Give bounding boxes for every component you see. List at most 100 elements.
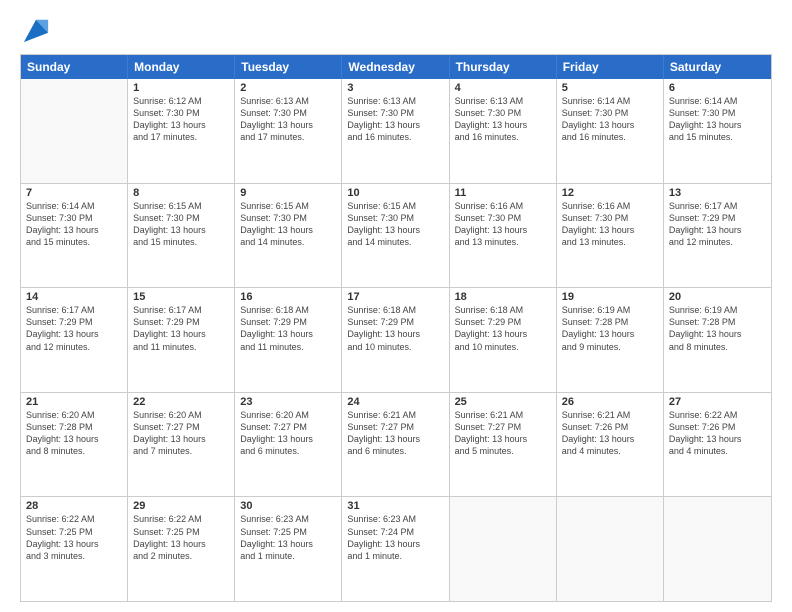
calendar-cell: 24Sunrise: 6:21 AMSunset: 7:27 PMDayligh… xyxy=(342,393,449,497)
calendar-body: 1Sunrise: 6:12 AMSunset: 7:30 PMDaylight… xyxy=(21,79,771,601)
header-day-tuesday: Tuesday xyxy=(235,55,342,79)
calendar-cell: 13Sunrise: 6:17 AMSunset: 7:29 PMDayligh… xyxy=(664,184,771,288)
calendar-cell: 22Sunrise: 6:20 AMSunset: 7:27 PMDayligh… xyxy=(128,393,235,497)
day-number: 23 xyxy=(240,396,336,408)
calendar-cell: 27Sunrise: 6:22 AMSunset: 7:26 PMDayligh… xyxy=(664,393,771,497)
header-day-friday: Friday xyxy=(557,55,664,79)
day-number: 3 xyxy=(347,82,443,94)
day-info: Sunrise: 6:13 AMSunset: 7:30 PMDaylight:… xyxy=(240,95,336,144)
calendar-header: SundayMondayTuesdayWednesdayThursdayFrid… xyxy=(21,55,771,79)
day-number: 19 xyxy=(562,291,658,303)
calendar-cell: 28Sunrise: 6:22 AMSunset: 7:25 PMDayligh… xyxy=(21,497,128,601)
day-number: 20 xyxy=(669,291,766,303)
day-number: 26 xyxy=(562,396,658,408)
day-number: 30 xyxy=(240,500,336,512)
day-info: Sunrise: 6:18 AMSunset: 7:29 PMDaylight:… xyxy=(347,304,443,353)
calendar-cell: 4Sunrise: 6:13 AMSunset: 7:30 PMDaylight… xyxy=(450,79,557,183)
day-number: 1 xyxy=(133,82,229,94)
calendar-cell: 1Sunrise: 6:12 AMSunset: 7:30 PMDaylight… xyxy=(128,79,235,183)
day-number: 25 xyxy=(455,396,551,408)
header xyxy=(20,16,772,44)
calendar-cell: 23Sunrise: 6:20 AMSunset: 7:27 PMDayligh… xyxy=(235,393,342,497)
calendar-row-3: 21Sunrise: 6:20 AMSunset: 7:28 PMDayligh… xyxy=(21,393,771,498)
day-number: 8 xyxy=(133,187,229,199)
calendar-cell: 15Sunrise: 6:17 AMSunset: 7:29 PMDayligh… xyxy=(128,288,235,392)
day-number: 16 xyxy=(240,291,336,303)
calendar-cell: 31Sunrise: 6:23 AMSunset: 7:24 PMDayligh… xyxy=(342,497,449,601)
header-day-sunday: Sunday xyxy=(21,55,128,79)
calendar-cell: 20Sunrise: 6:19 AMSunset: 7:28 PMDayligh… xyxy=(664,288,771,392)
day-number: 22 xyxy=(133,396,229,408)
day-info: Sunrise: 6:22 AMSunset: 7:25 PMDaylight:… xyxy=(26,513,122,562)
calendar-cell: 11Sunrise: 6:16 AMSunset: 7:30 PMDayligh… xyxy=(450,184,557,288)
calendar-cell: 21Sunrise: 6:20 AMSunset: 7:28 PMDayligh… xyxy=(21,393,128,497)
day-number: 5 xyxy=(562,82,658,94)
day-info: Sunrise: 6:16 AMSunset: 7:30 PMDaylight:… xyxy=(562,200,658,249)
calendar-row-1: 7Sunrise: 6:14 AMSunset: 7:30 PMDaylight… xyxy=(21,184,771,289)
day-info: Sunrise: 6:15 AMSunset: 7:30 PMDaylight:… xyxy=(133,200,229,249)
calendar-cell: 9Sunrise: 6:15 AMSunset: 7:30 PMDaylight… xyxy=(235,184,342,288)
day-info: Sunrise: 6:12 AMSunset: 7:30 PMDaylight:… xyxy=(133,95,229,144)
header-day-thursday: Thursday xyxy=(450,55,557,79)
day-number: 31 xyxy=(347,500,443,512)
day-number: 21 xyxy=(26,396,122,408)
day-info: Sunrise: 6:15 AMSunset: 7:30 PMDaylight:… xyxy=(240,200,336,249)
day-info: Sunrise: 6:14 AMSunset: 7:30 PMDaylight:… xyxy=(562,95,658,144)
day-info: Sunrise: 6:20 AMSunset: 7:27 PMDaylight:… xyxy=(133,409,229,458)
day-number: 15 xyxy=(133,291,229,303)
calendar-cell: 2Sunrise: 6:13 AMSunset: 7:30 PMDaylight… xyxy=(235,79,342,183)
day-number: 12 xyxy=(562,187,658,199)
day-info: Sunrise: 6:13 AMSunset: 7:30 PMDaylight:… xyxy=(455,95,551,144)
day-number: 9 xyxy=(240,187,336,199)
day-info: Sunrise: 6:21 AMSunset: 7:26 PMDaylight:… xyxy=(562,409,658,458)
calendar: SundayMondayTuesdayWednesdayThursdayFrid… xyxy=(20,54,772,602)
day-number: 7 xyxy=(26,187,122,199)
day-number: 29 xyxy=(133,500,229,512)
day-info: Sunrise: 6:13 AMSunset: 7:30 PMDaylight:… xyxy=(347,95,443,144)
logo xyxy=(20,16,50,44)
day-number: 11 xyxy=(455,187,551,199)
day-number: 4 xyxy=(455,82,551,94)
calendar-cell: 7Sunrise: 6:14 AMSunset: 7:30 PMDaylight… xyxy=(21,184,128,288)
calendar-row-0: 1Sunrise: 6:12 AMSunset: 7:30 PMDaylight… xyxy=(21,79,771,184)
calendar-cell: 12Sunrise: 6:16 AMSunset: 7:30 PMDayligh… xyxy=(557,184,664,288)
day-info: Sunrise: 6:18 AMSunset: 7:29 PMDaylight:… xyxy=(240,304,336,353)
calendar-cell: 29Sunrise: 6:22 AMSunset: 7:25 PMDayligh… xyxy=(128,497,235,601)
calendar-cell: 10Sunrise: 6:15 AMSunset: 7:30 PMDayligh… xyxy=(342,184,449,288)
day-number: 14 xyxy=(26,291,122,303)
calendar-cell: 19Sunrise: 6:19 AMSunset: 7:28 PMDayligh… xyxy=(557,288,664,392)
calendar-cell xyxy=(664,497,771,601)
logo-icon xyxy=(22,16,50,44)
calendar-cell: 14Sunrise: 6:17 AMSunset: 7:29 PMDayligh… xyxy=(21,288,128,392)
calendar-cell: 8Sunrise: 6:15 AMSunset: 7:30 PMDaylight… xyxy=(128,184,235,288)
header-day-saturday: Saturday xyxy=(664,55,771,79)
calendar-cell xyxy=(557,497,664,601)
day-info: Sunrise: 6:23 AMSunset: 7:24 PMDaylight:… xyxy=(347,513,443,562)
day-info: Sunrise: 6:21 AMSunset: 7:27 PMDaylight:… xyxy=(455,409,551,458)
day-number: 6 xyxy=(669,82,766,94)
calendar-cell: 26Sunrise: 6:21 AMSunset: 7:26 PMDayligh… xyxy=(557,393,664,497)
calendar-cell: 17Sunrise: 6:18 AMSunset: 7:29 PMDayligh… xyxy=(342,288,449,392)
day-info: Sunrise: 6:18 AMSunset: 7:29 PMDaylight:… xyxy=(455,304,551,353)
day-info: Sunrise: 6:22 AMSunset: 7:25 PMDaylight:… xyxy=(133,513,229,562)
day-info: Sunrise: 6:23 AMSunset: 7:25 PMDaylight:… xyxy=(240,513,336,562)
page: SundayMondayTuesdayWednesdayThursdayFrid… xyxy=(0,0,792,612)
calendar-cell xyxy=(450,497,557,601)
day-number: 10 xyxy=(347,187,443,199)
day-number: 17 xyxy=(347,291,443,303)
calendar-cell: 5Sunrise: 6:14 AMSunset: 7:30 PMDaylight… xyxy=(557,79,664,183)
header-day-wednesday: Wednesday xyxy=(342,55,449,79)
header-day-monday: Monday xyxy=(128,55,235,79)
day-info: Sunrise: 6:17 AMSunset: 7:29 PMDaylight:… xyxy=(669,200,766,249)
day-info: Sunrise: 6:16 AMSunset: 7:30 PMDaylight:… xyxy=(455,200,551,249)
day-info: Sunrise: 6:14 AMSunset: 7:30 PMDaylight:… xyxy=(26,200,122,249)
calendar-row-2: 14Sunrise: 6:17 AMSunset: 7:29 PMDayligh… xyxy=(21,288,771,393)
day-number: 2 xyxy=(240,82,336,94)
calendar-cell: 3Sunrise: 6:13 AMSunset: 7:30 PMDaylight… xyxy=(342,79,449,183)
calendar-cell xyxy=(21,79,128,183)
day-info: Sunrise: 6:19 AMSunset: 7:28 PMDaylight:… xyxy=(669,304,766,353)
day-number: 13 xyxy=(669,187,766,199)
day-info: Sunrise: 6:22 AMSunset: 7:26 PMDaylight:… xyxy=(669,409,766,458)
day-info: Sunrise: 6:20 AMSunset: 7:28 PMDaylight:… xyxy=(26,409,122,458)
day-number: 28 xyxy=(26,500,122,512)
